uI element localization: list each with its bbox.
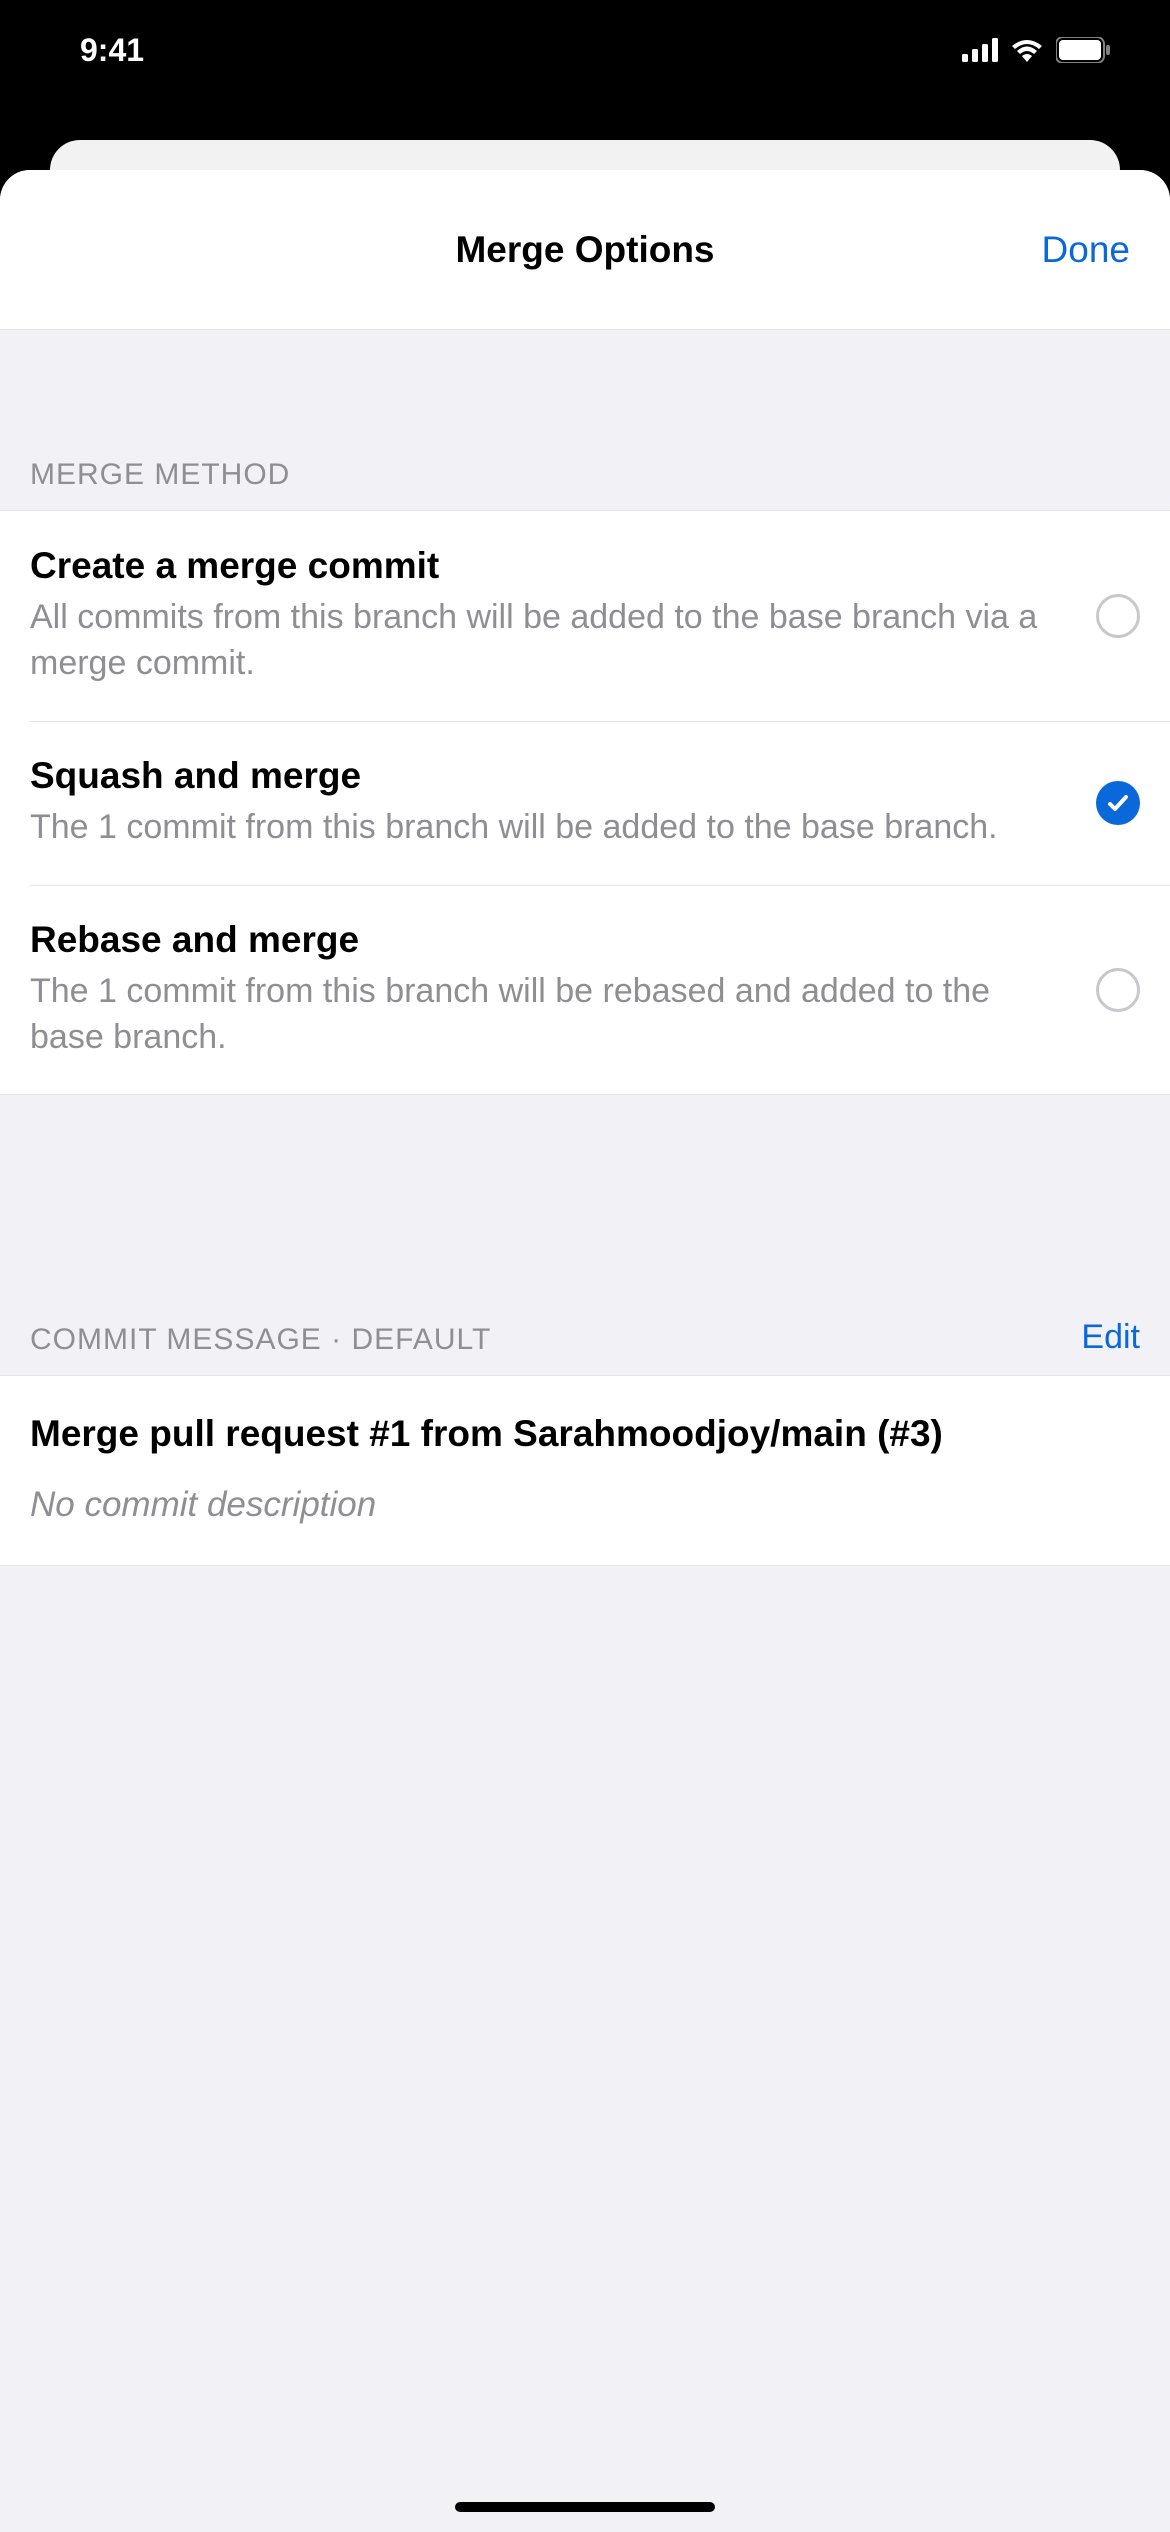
commit-description: No commit description: [30, 1485, 1140, 1525]
status-bar: 9:41: [0, 0, 1170, 100]
option-desc: All commits from this branch will be add…: [30, 595, 1066, 687]
merge-method-list: Create a merge commit All commits from t…: [0, 510, 1170, 1095]
merge-method-header: MERGE METHOD: [0, 330, 1170, 510]
option-title: Create a merge commit: [30, 545, 1066, 587]
radio-unchecked-icon: [1096, 968, 1140, 1012]
commit-title: Merge pull request #1 from Sarahmoodjoy/…: [30, 1410, 1140, 1458]
option-desc: The 1 commit from this branch will be ad…: [30, 805, 1066, 851]
merge-option-rebase-and-merge[interactable]: Rebase and merge The 1 commit from this …: [0, 885, 1170, 1095]
option-title: Squash and merge: [30, 755, 1066, 797]
home-indicator[interactable]: [455, 2502, 715, 2512]
radio-checked-icon: [1096, 781, 1140, 825]
radio-unchecked-icon: [1096, 594, 1140, 638]
status-time: 9:41: [80, 32, 144, 69]
wifi-icon: [1010, 38, 1044, 62]
battery-icon: [1056, 37, 1110, 63]
option-desc: The 1 commit from this branch will be re…: [30, 969, 1066, 1061]
nav-bar: Merge Options Done: [0, 170, 1170, 330]
done-button[interactable]: Done: [1042, 229, 1130, 271]
modal-sheet: Merge Options Done MERGE METHOD Create a…: [0, 170, 1170, 2532]
cellular-icon: [962, 38, 998, 62]
merge-method-label: MERGE METHOD: [30, 458, 290, 492]
commit-message-block: Merge pull request #1 from Sarahmoodjoy/…: [0, 1375, 1170, 1565]
option-title: Rebase and merge: [30, 919, 1066, 961]
status-icons: [962, 37, 1110, 63]
page-title: Merge Options: [455, 229, 714, 271]
commit-message-header: COMMIT MESSAGE · DEFAULT Edit: [0, 1095, 1170, 1375]
checkmark-icon: [1105, 790, 1131, 816]
commit-message-label: COMMIT MESSAGE · DEFAULT: [30, 1323, 491, 1357]
merge-option-squash-and-merge[interactable]: Squash and merge The 1 commit from this …: [0, 721, 1170, 885]
merge-option-create-merge-commit[interactable]: Create a merge commit All commits from t…: [0, 511, 1170, 721]
edit-button[interactable]: Edit: [1081, 1318, 1140, 1357]
